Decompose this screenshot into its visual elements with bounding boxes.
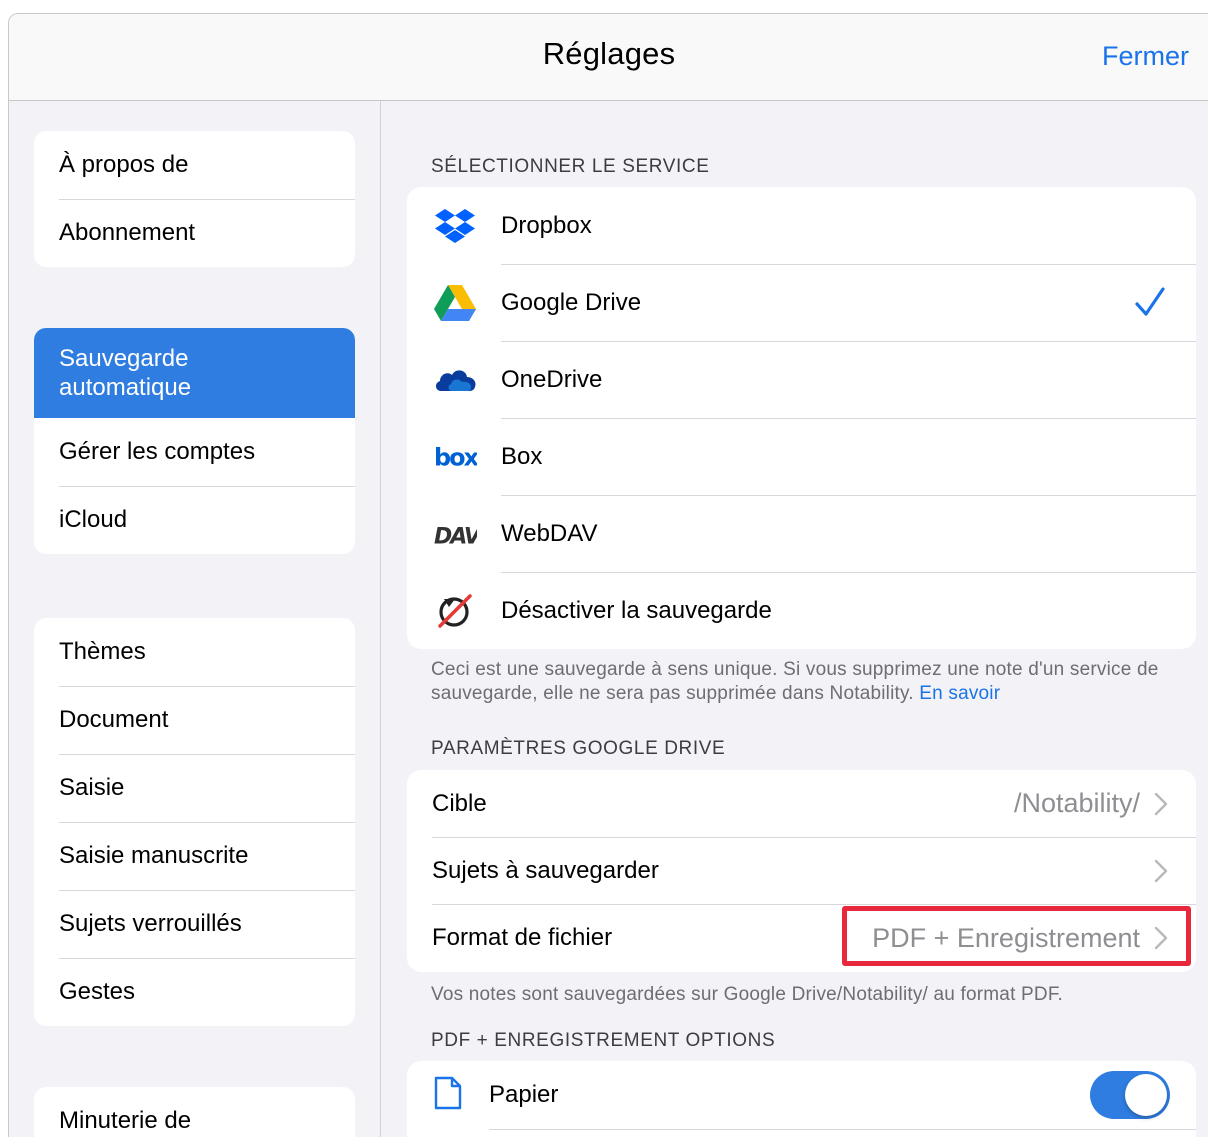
sidebar: À propos de Abonnement Sauvegarde automa… [9,101,381,1137]
subjects-to-backup-row[interactable]: Sujets à sauvegarder [407,837,1196,904]
sidebar-item-label: Sujets verrouillés [59,910,242,937]
main-content: SÉLECTIONNER LE SERVICE Dropbox Google D… [381,101,1208,1137]
box-icon: box [433,435,477,479]
service-label: Dropbox [501,211,592,239]
sidebar-item-locked-subjects[interactable]: Sujets verrouillés [34,890,355,958]
close-button[interactable]: Fermer [1102,41,1189,72]
sidebar-item-subscription[interactable]: Abonnement [34,199,355,267]
pdf-options-list: Papier [407,1061,1196,1137]
document-icon [433,1075,463,1118]
toggle-knob [1125,1074,1167,1116]
target-folder-row[interactable]: Cible /Notability/ [407,770,1196,837]
service-label: OneDrive [501,365,603,393]
sidebar-item-label: Gérer les comptes [59,438,256,465]
svg-text:DAV: DAV [434,524,477,548]
dropbox-icon [433,204,477,248]
row-divider [489,1129,1196,1130]
sidebar-item-gestures[interactable]: Gestes [34,958,355,1026]
service-footer-note: Ceci est une sauvegarde à sens unique. S… [431,658,1171,706]
gdrive-footer-note: Vos notes sont sauvegardées sur Google D… [431,984,1064,1005]
sidebar-item-label: Minuterie de [59,1107,192,1134]
sidebar-item-label: Saisie manuscrite [59,842,249,869]
service-row-google-drive[interactable]: Google Drive [407,264,1196,341]
settings-sheet: Réglages Fermer À propos de Abonnement S… [8,13,1208,1137]
sidebar-group-backup: Sauvegarde automatique Gérer les comptes… [34,328,355,554]
paper-row: Papier [407,1061,1196,1129]
target-value: /Notability/ [1013,788,1140,818]
sidebar-group-info: À propos de Abonnement [34,131,355,267]
chevron-right-icon [1154,792,1168,823]
sidebar-group-preferences: Thèmes Document Saisie Saisie manuscrite… [34,618,355,1026]
sidebar-item-handwriting[interactable]: Saisie manuscrite [34,822,355,890]
sidebar-item-label: iCloud [59,506,128,533]
section-header-gdrive: PARAMÈTRES GOOGLE DRIVE [431,738,726,759]
sidebar-item-icloud[interactable]: iCloud [34,486,355,554]
webdav-icon: DAV [433,512,477,556]
page-title: Réglages [542,36,676,71]
sidebar-item-themes[interactable]: Thèmes [34,618,355,686]
service-row-disable[interactable]: Désactiver la sauvegarde [407,572,1196,649]
service-row-dropbox[interactable]: Dropbox [407,187,1196,264]
sidebar-group-timer: Minuterie de [34,1087,355,1137]
service-row-box[interactable]: box Box [407,418,1196,495]
google-drive-icon [433,281,477,325]
sidebar-item-about[interactable]: À propos de [34,131,355,199]
sidebar-item-label: Abonnement [59,219,196,246]
sidebar-item-label: Saisie [59,774,125,801]
service-list: Dropbox Google Drive OneDrive box Box DA… [407,187,1196,649]
sidebar-item-manage-accounts[interactable]: Gérer les comptes [34,418,355,486]
sidebar-item-document[interactable]: Document [34,686,355,754]
sidebar-item-label: Thèmes [59,638,146,665]
format-label: Format de fichier [432,924,613,951]
svg-text:box: box [434,443,477,471]
service-row-onedrive[interactable]: OneDrive [407,341,1196,418]
service-row-webdav[interactable]: DAV WebDAV [407,495,1196,572]
service-label: Désactiver la sauvegarde [501,596,772,624]
section-header-pdf-options: PDF + ENREGISTREMENT OPTIONS [431,1030,776,1051]
sidebar-item-auto-backup[interactable]: Sauvegarde automatique [34,328,355,418]
service-label: WebDAV [501,519,598,547]
learn-more-link[interactable]: En savoir [919,683,1000,704]
service-label: Google Drive [501,288,642,316]
sidebar-item-label: automatique [59,374,192,401]
checkmark-icon [1134,282,1166,329]
sidebar-item-timer[interactable]: Minuterie de [34,1087,355,1137]
service-footer-text: Ceci est une sauvegarde à sens unique. S… [431,659,1159,704]
sidebar-item-input[interactable]: Saisie [34,754,355,822]
chevron-right-icon [1154,859,1168,890]
sidebar-item-label: Sauvegarde [59,345,189,372]
disable-backup-icon [433,589,477,633]
onedrive-icon [433,358,477,402]
sidebar-item-label: Gestes [59,978,136,1005]
sidebar-item-label: À propos de [59,151,189,178]
section-header-service: SÉLECTIONNER LE SERVICE [431,156,710,177]
service-label: Box [501,442,543,470]
paper-toggle[interactable] [1090,1071,1170,1119]
navigation-bar: Réglages Fermer [9,14,1208,101]
highlight-box [842,906,1191,966]
sidebar-item-label: Document [59,706,169,733]
target-label: Cible [432,789,487,817]
paper-label: Papier [489,1081,559,1108]
subjects-label: Sujets à sauvegarder [432,856,659,884]
